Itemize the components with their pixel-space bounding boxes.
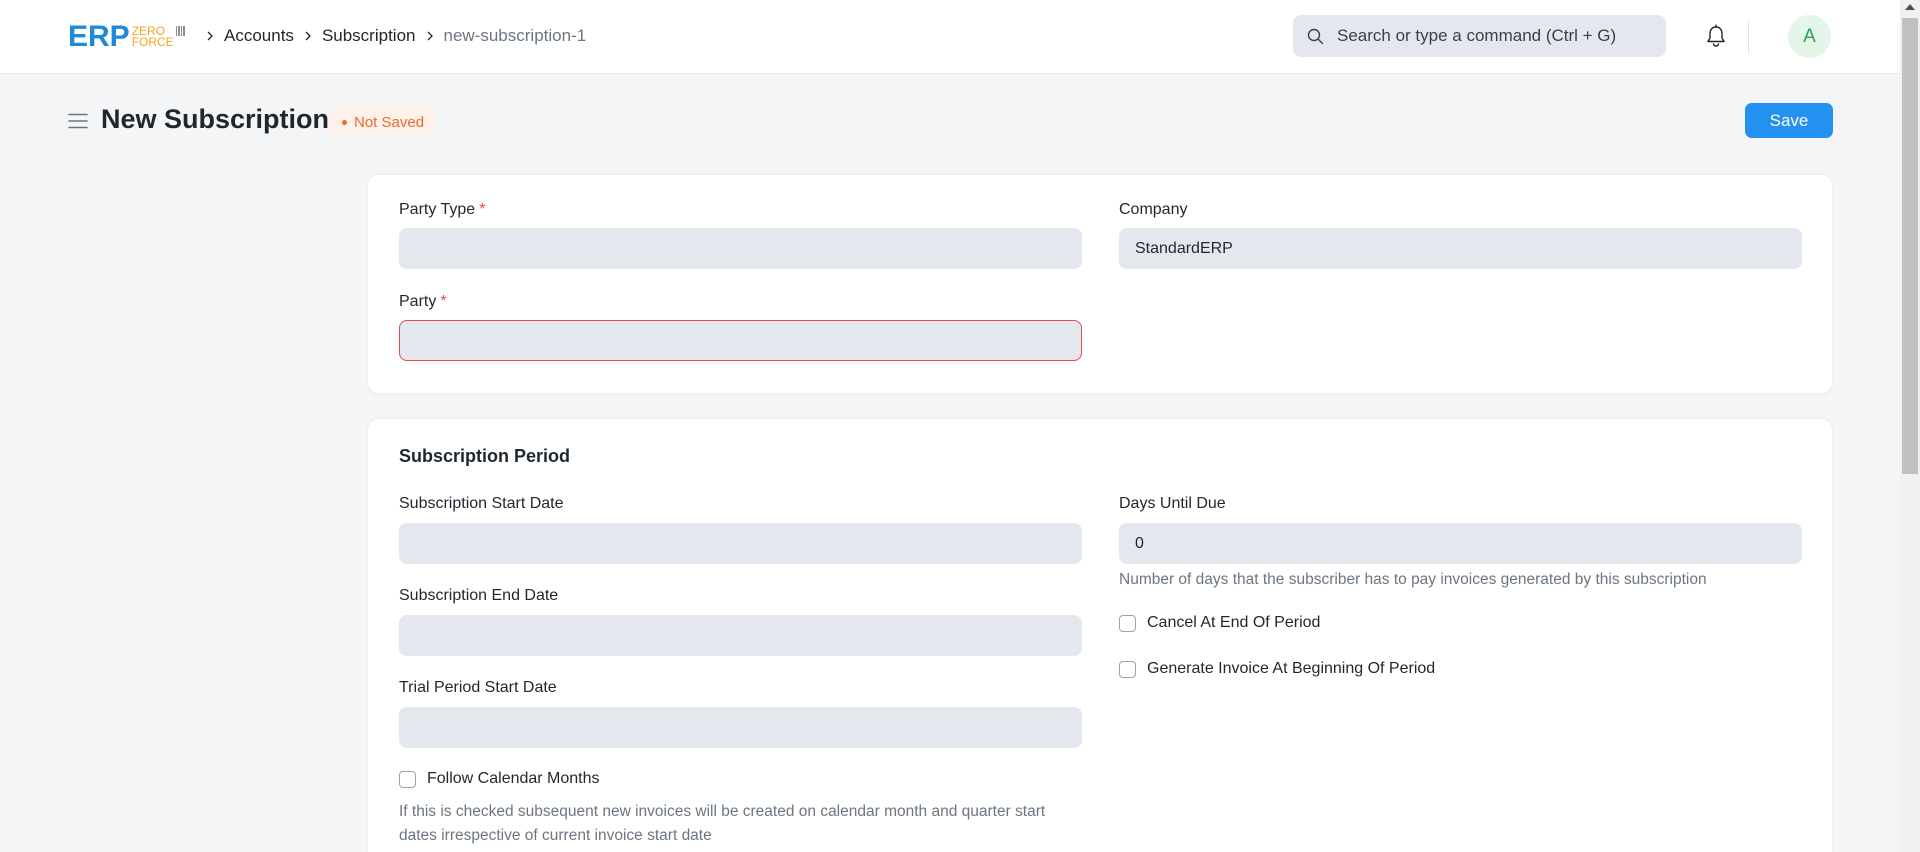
follow-calendar-months-checkbox[interactable]: [399, 770, 416, 788]
subscription-start-date-label: Subscription Start Date: [399, 495, 564, 512]
status-badge: Not Saved: [330, 107, 437, 137]
party-type-label-text: Party Type: [399, 201, 476, 218]
status-badge-label: Not Saved: [354, 113, 425, 131]
notification-bell-icon[interactable]: [1705, 24, 1727, 48]
navbar: ERP ZERO FORCE Accounts Subscription new…: [0, 0, 1900, 74]
party-input[interactable]: [399, 320, 1082, 361]
logo-zeroforce-text: ZERO FORCE: [131, 25, 174, 49]
breadcrumb-current: new-subscription-1: [443, 26, 587, 45]
party-label-text: Party: [399, 293, 437, 310]
follow-calendar-help-line-2: dates irrespective of current invoice st…: [399, 827, 712, 844]
scrollbar-thumb[interactable]: [1902, 18, 1918, 474]
trial-period-start-date-input[interactable]: [399, 707, 1082, 748]
follow-calendar-months-help: If this is checked subsequent new invoic…: [399, 800, 1099, 848]
navbar-divider: [1748, 20, 1749, 54]
follow-calendar-help-line-1: If this is checked subsequent new invoic…: [399, 803, 1046, 820]
required-mark: *: [479, 201, 486, 218]
subscription-start-date-input[interactable]: [399, 523, 1082, 564]
subscription-end-date-label: Subscription End Date: [399, 587, 559, 604]
chevron-right-icon: [294, 31, 322, 41]
cancel-at-end-of-period-label[interactable]: Cancel At End Of Period: [1147, 614, 1320, 632]
generate-invoice-at-beginning-label[interactable]: Generate Invoice At Beginning Of Period: [1147, 660, 1435, 678]
erp-logo[interactable]: ERP ZERO FORCE: [68, 22, 185, 52]
user-avatar[interactable]: A: [1788, 15, 1831, 58]
days-until-due-label: Days Until Due: [1119, 495, 1226, 512]
scroll-up-arrow-icon[interactable]: [1905, 4, 1915, 10]
subscription-end-date-input[interactable]: [399, 615, 1082, 656]
company-label: Company: [1119, 201, 1188, 218]
party-type-label: Party Type *: [399, 201, 485, 219]
logo-erp-text: ERP: [68, 20, 130, 53]
search-icon: [1307, 28, 1324, 45]
days-until-due-input[interactable]: 0: [1119, 523, 1802, 564]
party-card: Party Type * Party * Company StandardERP: [367, 174, 1833, 394]
breadcrumb-subscription[interactable]: Subscription: [322, 26, 416, 46]
status-dot-icon: [342, 119, 347, 125]
section-title-subscription-period[interactable]: Subscription Period: [399, 446, 570, 467]
cancel-at-end-of-period-checkbox[interactable]: [1119, 614, 1136, 632]
party-type-input[interactable]: [399, 228, 1082, 269]
required-mark: *: [440, 293, 447, 310]
cancel-at-end-of-period-row[interactable]: Cancel At End Of Period: [1119, 614, 1320, 632]
logo-barcode-icon: [175, 26, 185, 36]
generate-invoice-at-beginning-row[interactable]: Generate Invoice At Beginning Of Period: [1119, 660, 1435, 678]
save-button[interactable]: Save: [1745, 103, 1833, 138]
search-input[interactable]: [1293, 15, 1666, 57]
follow-calendar-months-label[interactable]: Follow Calendar Months: [427, 770, 600, 788]
breadcrumb: Accounts Subscription new-subscription-1: [196, 24, 586, 48]
subscription-period-card: Subscription Period Subscription Start D…: [367, 418, 1833, 852]
sidebar-toggle-menu-icon[interactable]: [68, 111, 88, 131]
search-bar[interactable]: [1293, 15, 1666, 57]
days-until-due-help: Number of days that the subscriber has t…: [1119, 571, 1707, 588]
company-input[interactable]: StandardERP: [1119, 228, 1802, 269]
chevron-right-icon: [416, 31, 444, 41]
breadcrumb-accounts[interactable]: Accounts: [224, 26, 294, 46]
generate-invoice-at-beginning-checkbox[interactable]: [1119, 660, 1136, 678]
page-title: New Subscription: [101, 104, 330, 134]
party-label: Party *: [399, 293, 447, 311]
follow-calendar-months-row[interactable]: Follow Calendar Months: [399, 770, 600, 788]
chevron-right-icon: [196, 31, 224, 41]
trial-period-start-date-label: Trial Period Start Date: [399, 679, 557, 696]
logo-force-text: FORCE: [131, 35, 174, 49]
